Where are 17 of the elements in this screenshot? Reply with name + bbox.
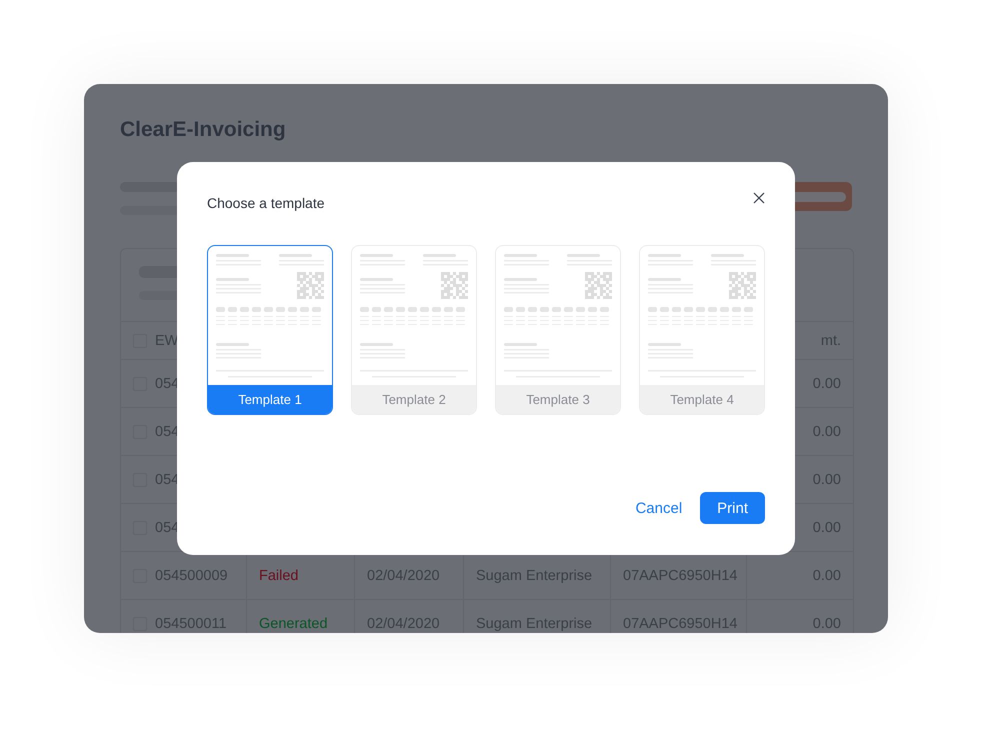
skeleton-bar bbox=[120, 206, 180, 215]
template-card[interactable]: Template 4 bbox=[639, 245, 765, 415]
template-label: Template 3 bbox=[496, 385, 620, 414]
status-text: Generated bbox=[259, 616, 328, 632]
print-button[interactable]: Print bbox=[700, 492, 765, 524]
template-label: Template 4 bbox=[640, 385, 764, 414]
template-label: Template 2 bbox=[352, 385, 476, 414]
cancel-button[interactable]: Cancel bbox=[635, 492, 682, 524]
template-card[interactable]: Template 2 bbox=[351, 245, 477, 415]
close-icon[interactable] bbox=[753, 192, 765, 204]
template-card[interactable]: Template 1 bbox=[207, 245, 333, 415]
app-title: ClearE-Invoicing bbox=[120, 118, 287, 143]
template-card[interactable]: Template 3 bbox=[495, 245, 621, 415]
status-text: Failed bbox=[259, 568, 298, 584]
skeleton-bar bbox=[120, 182, 180, 192]
template-label: Template 1 bbox=[208, 385, 332, 414]
dialog-title: Choose a template bbox=[207, 195, 325, 211]
